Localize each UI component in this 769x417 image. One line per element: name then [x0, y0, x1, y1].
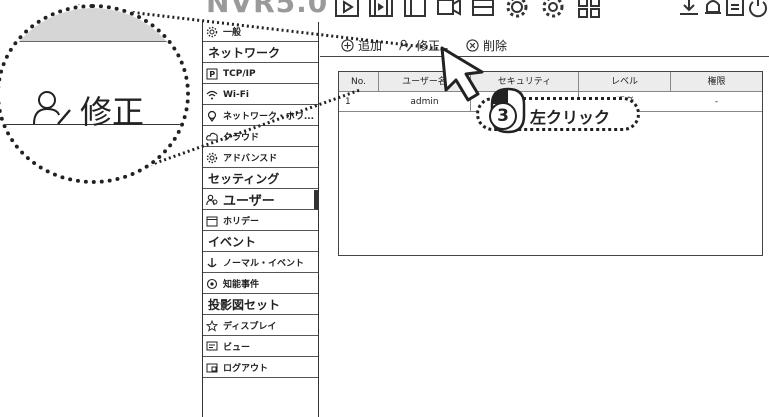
zoom-callout: 修正: [0, 4, 190, 184]
zoom-edit-label: 修正: [80, 93, 145, 131]
user-edit-icon: [33, 91, 71, 125]
